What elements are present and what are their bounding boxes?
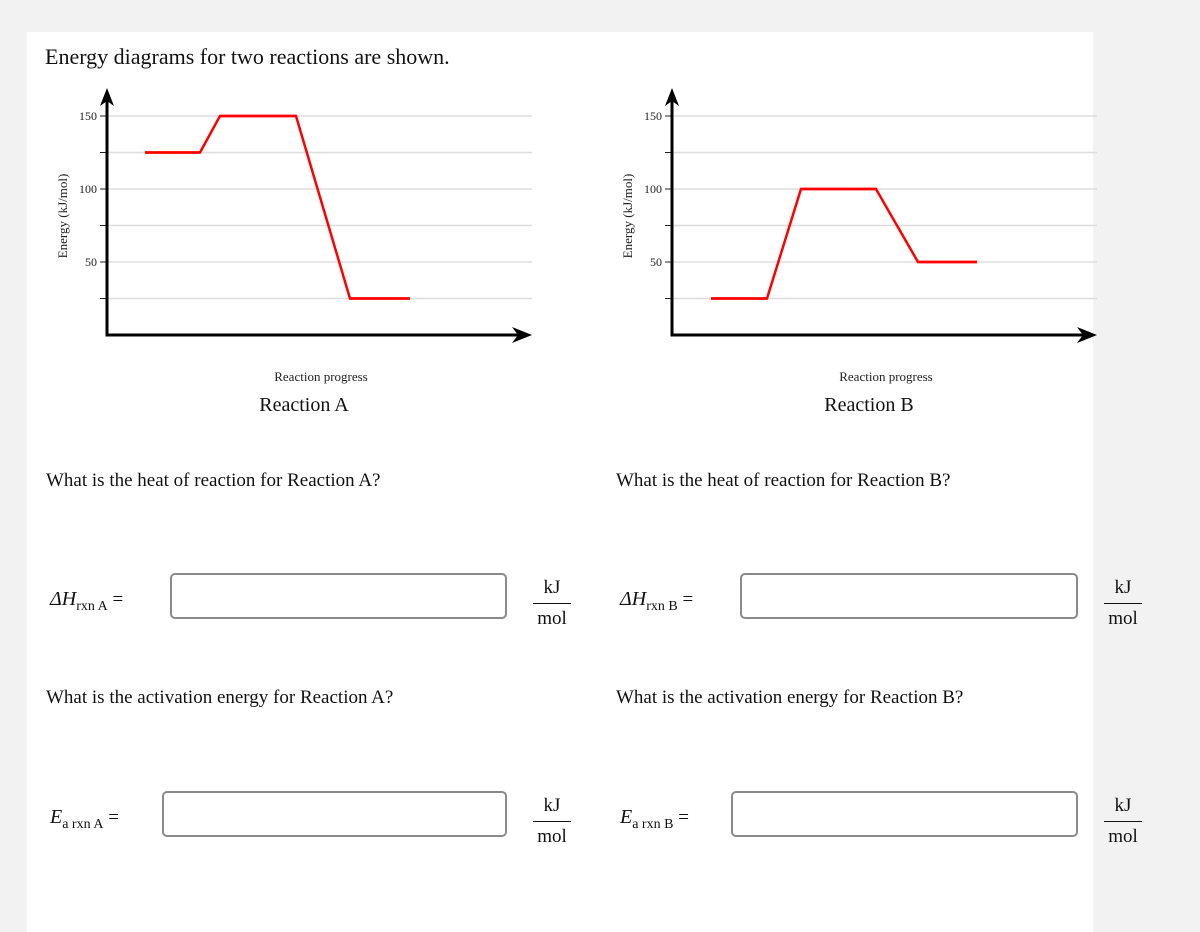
subscript: a rxn A [62, 817, 104, 832]
unit-denominator: mol [1108, 826, 1138, 847]
subscript: rxn B [646, 599, 678, 614]
energy-diagram-b: 50 100 150 Energy (kJ/mol) Reaction progress… [620, 88, 1097, 416]
subscript: rxn A [76, 599, 108, 614]
symbol: ΔH [50, 588, 77, 610]
label-ea-b: Ea rxn B = [620, 806, 689, 833]
symbol: E [620, 806, 633, 828]
ea-a-input[interactable] [162, 791, 507, 837]
symbol: ΔH [620, 588, 647, 610]
heat-b-input[interactable] [740, 573, 1078, 619]
symbol: E [50, 806, 63, 828]
equals: = [682, 589, 694, 610]
question-heat-a: What is the heat of reaction for Reactio… [46, 470, 381, 491]
energy-profile-line [711, 187, 977, 300]
unit-numerator: kJ [533, 794, 571, 822]
equals: = [678, 807, 689, 828]
y-tick-label: 50 [650, 255, 662, 269]
chart-title: Reaction B [824, 394, 913, 416]
question-ea-b: What is the activation energy for Reacti… [616, 687, 964, 708]
x-axis-label: Reaction progress [839, 369, 933, 384]
question-ea-a: What is the activation energy for Reacti… [46, 687, 394, 708]
label-heat-a: ΔHrxn A = [50, 588, 123, 615]
y-tick-label: 100 [644, 182, 662, 196]
unit-ea-b: kJ mol [1104, 794, 1142, 849]
unit-heat-b: kJ mol [1104, 576, 1142, 631]
label-heat-b: ΔHrxn B = [620, 588, 693, 615]
equals: = [112, 589, 124, 610]
unit-heat-a: kJ mol [533, 576, 571, 631]
label-ea-a: Ea rxn A = [50, 806, 119, 833]
heat-a-input[interactable] [170, 573, 507, 619]
equals: = [108, 807, 119, 828]
unit-numerator: kJ [533, 576, 571, 604]
unit-numerator: kJ [1104, 794, 1142, 822]
unit-ea-a: kJ mol [533, 794, 571, 849]
unit-numerator: kJ [1104, 576, 1142, 604]
unit-denominator: mol [537, 826, 567, 847]
question-heat-b: What is the heat of reaction for Reactio… [616, 470, 951, 491]
unit-denominator: mol [537, 608, 567, 629]
subscript: a rxn B [632, 817, 674, 832]
y-tick-label: 150 [644, 109, 662, 123]
y-axis-label: Energy (kJ/mol) [620, 174, 635, 259]
ea-b-input[interactable] [731, 791, 1078, 837]
unit-denominator: mol [1108, 608, 1138, 629]
